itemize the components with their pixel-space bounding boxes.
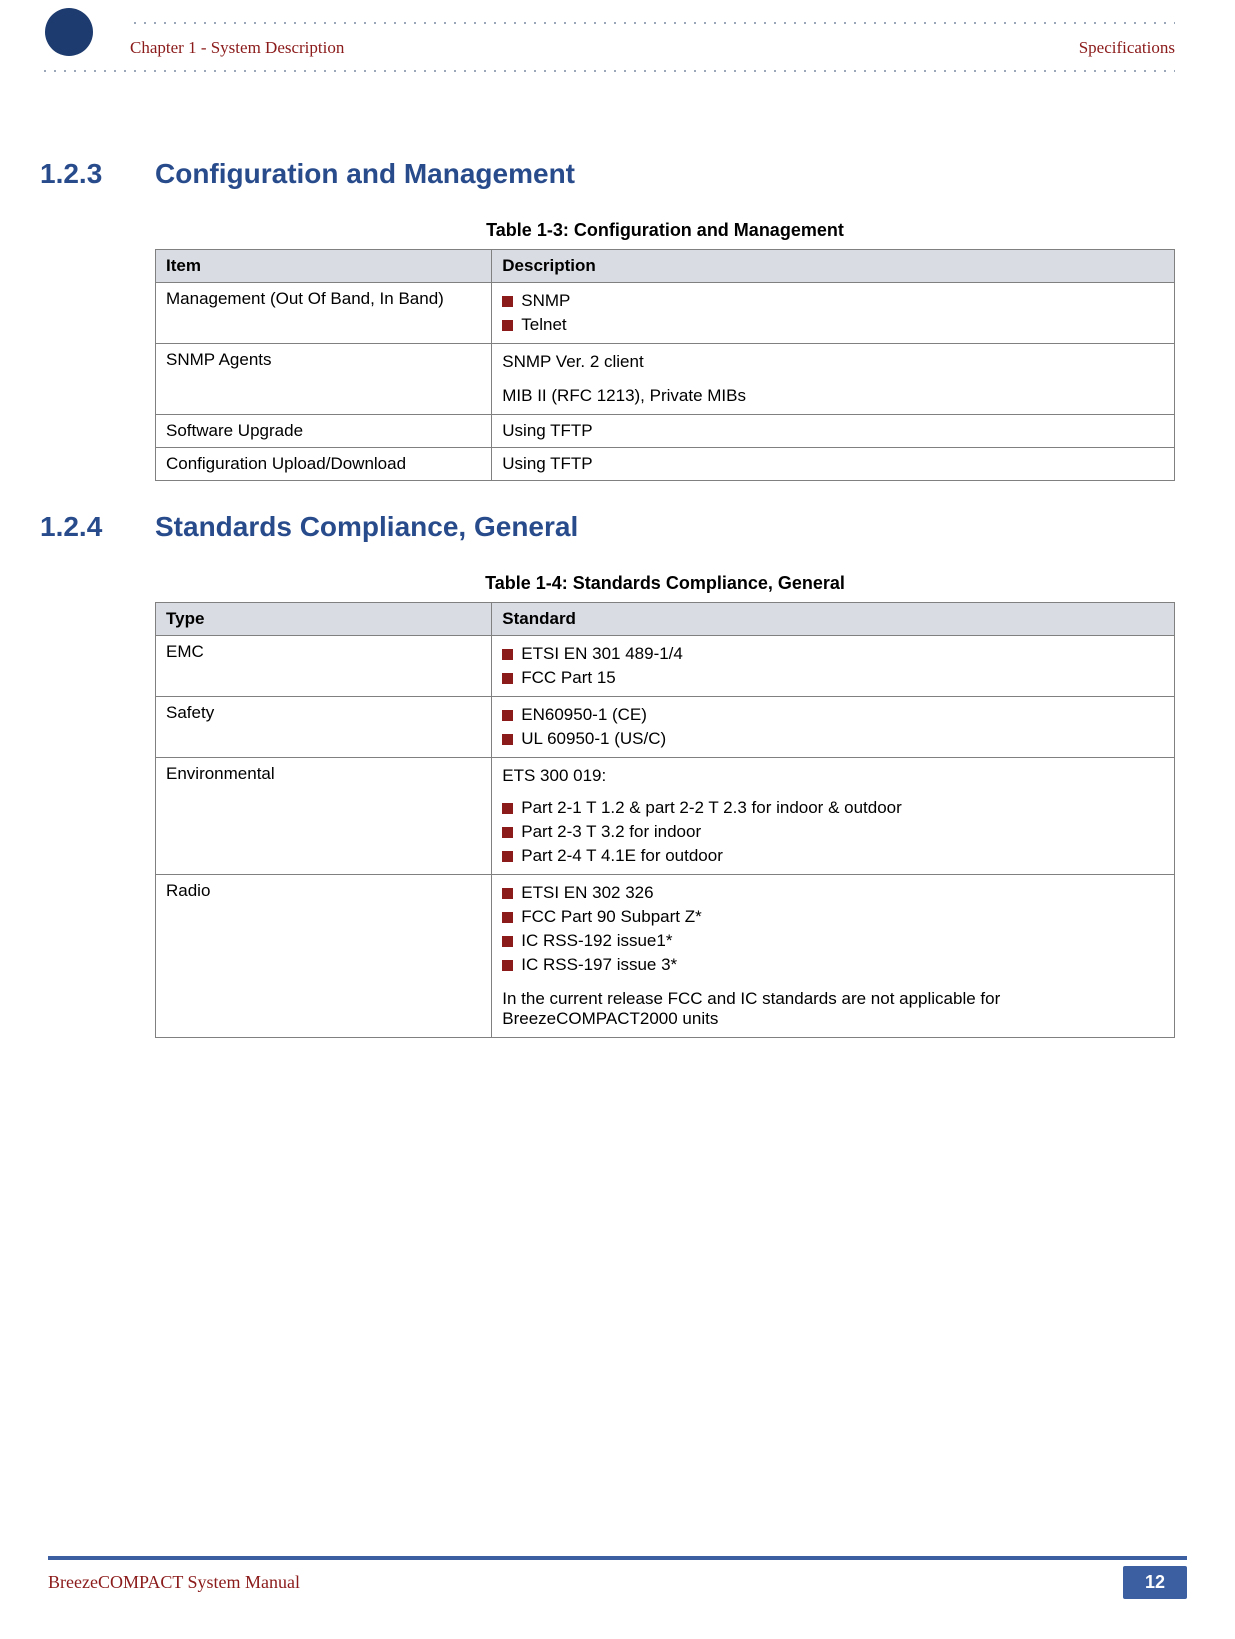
col-header-item: Item [156, 250, 492, 283]
cell-type: Radio [156, 875, 492, 1038]
square-bullet-icon [502, 673, 513, 684]
table-row: Radio ETSI EN 302 326 FCC Part 90 Subpar… [156, 875, 1175, 1038]
section-number: 1.2.3 [40, 158, 155, 190]
desc-note: In the current release FCC and IC standa… [502, 987, 1164, 1031]
section-title: Standards Compliance, General [155, 511, 578, 543]
table-row: EMC ETSI EN 301 489-1/4 FCC Part 15 [156, 636, 1175, 697]
bullet-text: UL 60950-1 (US/C) [521, 729, 666, 749]
section-heading: 1.2.4 Standards Compliance, General [40, 511, 1175, 543]
section-number: 1.2.4 [40, 511, 155, 543]
bullet-text: EN60950-1 (CE) [521, 705, 647, 725]
bullet-text: ETSI EN 301 489-1/4 [521, 644, 683, 664]
table-row: Management (Out Of Band, In Band) SNMP T… [156, 283, 1175, 344]
col-header-standard: Standard [492, 603, 1175, 636]
cell-description: Using TFTP [492, 448, 1175, 481]
bullet-text: Telnet [521, 315, 566, 335]
square-bullet-icon [502, 734, 513, 745]
square-bullet-icon [502, 710, 513, 721]
bullet-text: SNMP [521, 291, 570, 311]
bullet-text: Part 2-4 T 4.1E for outdoor [521, 846, 723, 866]
header-rule-top [130, 22, 1175, 24]
cell-item: Software Upgrade [156, 415, 492, 448]
square-bullet-icon [502, 851, 513, 862]
page-header: Chapter 1 - System Description Specifica… [0, 0, 1235, 68]
standards-compliance-table: Type Standard EMC ETSI EN 301 489-1/4 FC… [155, 602, 1175, 1038]
cell-standard: ETSI EN 301 489-1/4 FCC Part 15 [492, 636, 1175, 697]
footer-stripe [48, 1556, 1187, 1560]
bullet-text: ETSI EN 302 326 [521, 883, 653, 903]
cell-description: SNMP Telnet [492, 283, 1175, 344]
section-title: Configuration and Management [155, 158, 575, 190]
table-row: Environmental ETS 300 019: Part 2-1 T 1.… [156, 758, 1175, 875]
bullet-text: IC RSS-197 issue 3* [521, 955, 677, 975]
section-heading: 1.2.3 Configuration and Management [40, 158, 1175, 190]
cell-description: SNMP Ver. 2 client MIB II (RFC 1213), Pr… [492, 344, 1175, 415]
cell-item: SNMP Agents [156, 344, 492, 415]
cell-standard: ETSI EN 302 326 FCC Part 90 Subpart Z* I… [492, 875, 1175, 1038]
cell-item: Management (Out Of Band, In Band) [156, 283, 492, 344]
square-bullet-icon [502, 936, 513, 947]
square-bullet-icon [502, 803, 513, 814]
table-caption: Table 1-4: Standards Compliance, General [155, 573, 1175, 594]
chapter-badge-icon [45, 8, 93, 56]
cell-standard: EN60950-1 (CE) UL 60950-1 (US/C) [492, 697, 1175, 758]
chapter-title: Chapter 1 - System Description [130, 38, 344, 58]
bullet-text: Part 2-3 T 3.2 for indoor [521, 822, 701, 842]
config-management-table: Item Description Management (Out Of Band… [155, 249, 1175, 481]
table-row: Safety EN60950-1 (CE) UL 60950-1 (US/C) [156, 697, 1175, 758]
cell-type: EMC [156, 636, 492, 697]
cell-type: Environmental [156, 758, 492, 875]
bullet-text: FCC Part 15 [521, 668, 615, 688]
bullet-text: FCC Part 90 Subpart Z* [521, 907, 701, 927]
desc-line: SNMP Ver. 2 client [502, 350, 1164, 374]
square-bullet-icon [502, 960, 513, 971]
cell-standard: ETS 300 019: Part 2-1 T 1.2 & part 2-2 T… [492, 758, 1175, 875]
col-header-type: Type [156, 603, 492, 636]
col-header-description: Description [492, 250, 1175, 283]
footer-manual-title: BreezeCOMPACT System Manual [48, 1572, 300, 1593]
table-row: Configuration Upload/Download Using TFTP [156, 448, 1175, 481]
cell-item: Configuration Upload/Download [156, 448, 492, 481]
square-bullet-icon [502, 827, 513, 838]
square-bullet-icon [502, 888, 513, 899]
page-number: 12 [1123, 1566, 1187, 1599]
cell-description: Using TFTP [492, 415, 1175, 448]
square-bullet-icon [502, 912, 513, 923]
desc-line: MIB II (RFC 1213), Private MIBs [502, 384, 1164, 408]
table-caption: Table 1-3: Configuration and Management [155, 220, 1175, 241]
square-bullet-icon [502, 649, 513, 660]
square-bullet-icon [502, 296, 513, 307]
square-bullet-icon [502, 320, 513, 331]
bullet-text: IC RSS-192 issue1* [521, 931, 672, 951]
table-row: Software Upgrade Using TFTP [156, 415, 1175, 448]
bullet-text: Part 2-1 T 1.2 & part 2-2 T 2.3 for indo… [521, 798, 902, 818]
desc-line: ETS 300 019: [502, 764, 1164, 788]
page-footer: BreezeCOMPACT System Manual 12 [0, 1556, 1235, 1599]
header-section-label: Specifications [1079, 38, 1175, 58]
table-row: SNMP Agents SNMP Ver. 2 client MIB II (R… [156, 344, 1175, 415]
header-rule-bottom [40, 70, 1175, 72]
cell-type: Safety [156, 697, 492, 758]
